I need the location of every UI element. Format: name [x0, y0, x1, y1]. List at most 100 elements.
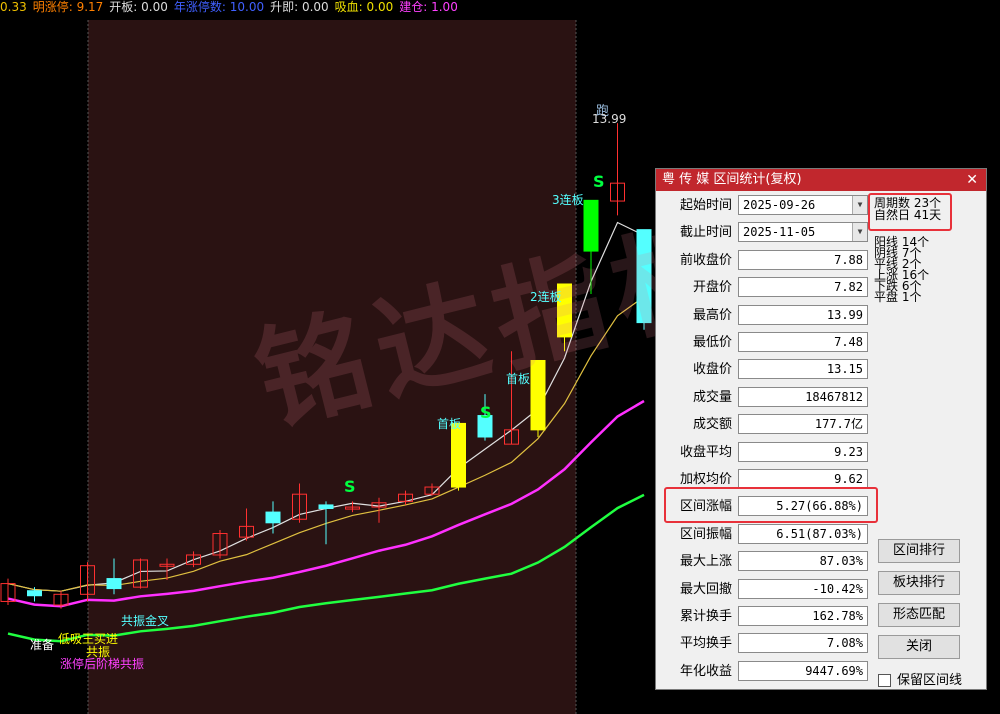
stat-value-text: 7.48 — [834, 335, 863, 349]
stat-row: 前收盘价 7.88 — [662, 248, 868, 273]
peak-value-label: 13.99 — [592, 112, 627, 126]
sector-rank-button[interactable]: 板块排行 — [878, 571, 960, 595]
stat-value: 7.48 — [738, 332, 868, 352]
keep-range-line-checkbox[interactable]: 保留区间线 — [878, 669, 962, 688]
stat-label: 年化收益 — [679, 663, 732, 679]
stat-row: 截止时间 2025-11-05 ▼ — [662, 220, 868, 245]
prepare-label: 准备 — [30, 638, 55, 652]
stat-value: -10.42% — [738, 578, 868, 599]
chevron-down-icon[interactable]: ▼ — [852, 223, 867, 242]
gold-cross-label: 共振金叉 — [121, 614, 170, 628]
period-highlight-box — [868, 193, 952, 231]
pattern-match-button[interactable]: 形态匹配 — [878, 603, 960, 627]
indicator-value: 开板: 0.00 — [109, 0, 168, 14]
chevron-down-icon[interactable]: ▼ — [852, 196, 867, 214]
stat-value: 13.15 — [738, 359, 868, 380]
stat-value: 9447.69% — [738, 660, 868, 681]
gain-highlight-box — [664, 487, 878, 523]
indicator-value: 升即: 0.00 — [270, 0, 329, 14]
stat-value-text: 6.51(87.03%) — [776, 526, 863, 541]
candle-body — [318, 504, 334, 509]
stat-value-text: 7.08% — [826, 636, 863, 651]
candle-body — [27, 590, 42, 597]
indicator-value: 吸血: 0.00 — [334, 0, 394, 14]
stat-label: 区间振幅 — [679, 526, 732, 542]
stat-row: 最大回撤 -10.42% — [662, 577, 868, 602]
stat-label: 前收盘价 — [679, 252, 732, 268]
stat-row: 累计换手 162.78% — [662, 604, 868, 629]
stat-value: 6.51(87.03%) — [738, 523, 868, 544]
stat-row: 收盘平均 9.23 — [662, 440, 868, 465]
sell-signal-s: S — [593, 172, 605, 191]
indicator-value: 年涨停数: 10.00 — [173, 0, 265, 14]
stat-value-text: 87.03% — [819, 554, 863, 569]
stat-label: 收盘价 — [692, 362, 732, 378]
indicator-value: 建仓: 1.00 — [399, 0, 458, 14]
stat-value: 13.99 — [738, 304, 868, 325]
stat-value-text: 9.23 — [834, 444, 863, 459]
stat-label: 累计换手 — [679, 609, 732, 624]
stat-label: 截止时间 — [679, 225, 732, 241]
stat-label: 起始时间 — [679, 198, 732, 213]
candle-body — [106, 578, 122, 590]
stat-label: 收盘平均 — [679, 444, 732, 460]
stat-row: 收盘价 13.15 — [662, 357, 868, 382]
stat-row: 最低价 7.48 — [662, 330, 868, 355]
stat-value-text: 7.82 — [834, 280, 863, 295]
stat-value-text: 177.7亿 — [814, 417, 863, 432]
stat-value: 7.82 — [738, 277, 868, 298]
candle-counts: 阳线 14个 阴线 7个 平线 2个 上涨 16个 下跌 6个 平盘 1个 — [874, 236, 929, 304]
stat-row: 最大上涨 87.03% — [662, 549, 868, 574]
unchanged-count: 平盘 1个 — [874, 290, 922, 304]
stat-value-text: 2025-09-26 — [743, 198, 816, 212]
range-rank-button[interactable]: 区间排行 — [878, 539, 960, 563]
stat-label: 最低价 — [692, 335, 732, 350]
stat-value-text: 18467812 — [805, 389, 863, 404]
stat-value: 162.78% — [738, 606, 868, 626]
close-button[interactable]: 关闭 — [878, 635, 960, 659]
candle-body — [265, 511, 281, 524]
stat-value-text: 13.99 — [826, 307, 863, 322]
stat-label: 开盘价 — [692, 280, 732, 296]
stat-label: 最大上涨 — [679, 554, 732, 570]
stat-row: 开盘价 7.82 — [662, 275, 868, 300]
first-board-label-a: 首板 — [506, 372, 531, 386]
stat-value: 18467812 — [738, 386, 868, 407]
indicator-value: 0.33 — [0, 0, 27, 14]
stock-chart-screen: 0.33 明涨停: 9.17 开板: 0.00 年涨停数: 10.00 升即: 0.00… — [0, 0, 1000, 714]
stat-row: 成交额 177.7亿 — [662, 412, 868, 437]
date-picker[interactable]: 2025-11-05 ▼ — [738, 222, 868, 243]
stat-value-text: -10.42% — [812, 581, 863, 596]
stat-value-text: 9447.69% — [805, 663, 863, 678]
stat-label: 最大回撤 — [679, 581, 732, 597]
stat-row: 年化收益 9447.69% — [662, 659, 868, 684]
stat-value: 7.88 — [738, 249, 868, 270]
checkbox-box[interactable] — [878, 674, 891, 687]
stat-value: 7.08% — [738, 633, 868, 654]
sell-signal-s: S — [344, 477, 356, 496]
limit-2-label: 2连板 — [530, 290, 562, 304]
stat-label: 最高价 — [692, 307, 732, 323]
date-picker[interactable]: 2025-09-26 ▼ — [738, 195, 868, 215]
dialog-titlebar[interactable]: 粤 传 媒 区间统计(复权) ✕ — [656, 169, 986, 191]
stat-value: 87.03% — [738, 551, 868, 572]
stat-row: 平均换手 7.08% — [662, 631, 868, 656]
indicator-value: 明涨停: 9.17 — [32, 0, 104, 14]
stat-value: 9.62 — [738, 469, 868, 489]
close-icon[interactable]: ✕ — [966, 169, 978, 191]
stat-value-text: 9.62 — [834, 472, 863, 486]
range-stats-dialog: 粤 传 媒 区间统计(复权) ✕ 起始时间 2025-09-26 ▼ 截止时间 2025… — [655, 168, 987, 690]
sell-signal-s: S — [480, 403, 492, 422]
stat-row: 成交量 18467812 — [662, 385, 868, 410]
dialog-title: 粤 传 媒 区间统计(复权) — [662, 172, 802, 187]
stat-value: 9.23 — [738, 441, 868, 462]
stat-label: 平均换手 — [679, 636, 732, 652]
stat-label: 成交额 — [692, 417, 732, 433]
stat-row: 最高价 13.99 — [662, 303, 868, 328]
indicator-bar: 0.33 明涨停: 9.17 开板: 0.00 年涨停数: 10.00 升即: 0.00… — [0, 0, 1000, 14]
stat-value-text: 2025-11-05 — [743, 225, 816, 240]
stat-label: 成交量 — [692, 389, 732, 405]
ladder-resonance-label: 涨停后阶梯共振 — [60, 657, 145, 671]
stat-value-text: 162.78% — [812, 609, 863, 623]
first-board-label-b: 首板 — [437, 417, 462, 431]
